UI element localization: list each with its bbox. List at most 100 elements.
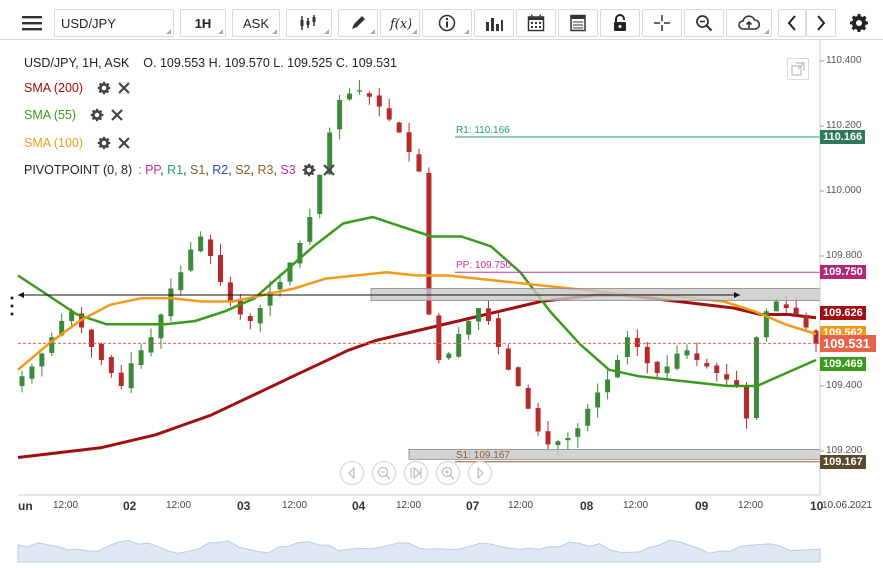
pivot-component: S1	[190, 163, 206, 177]
zoom-in-button[interactable]	[436, 461, 460, 485]
pivot-component: R3	[257, 163, 274, 177]
candle-body	[128, 363, 134, 389]
candle-body	[98, 343, 104, 360]
cloud-upload-icon[interactable]	[726, 9, 772, 37]
scroll-left-button[interactable]	[340, 461, 364, 485]
indicator-label: SMA (100)	[24, 136, 84, 150]
candle-body	[515, 367, 521, 386]
candle-body	[634, 337, 640, 347]
y-tick-label: 110.400	[826, 55, 862, 66]
reset-button[interactable]	[404, 461, 428, 485]
x-tick-label: 10.06.2021	[822, 500, 873, 511]
candle-body	[188, 249, 194, 271]
svg-text:f(x): f(x)	[389, 17, 411, 32]
prev-icon[interactable]	[778, 9, 806, 37]
candle-body	[39, 353, 45, 367]
next-icon[interactable]	[806, 9, 836, 37]
scroll-right-button[interactable]	[468, 461, 492, 485]
candle-body	[704, 363, 710, 367]
chevron-left-icon	[348, 467, 355, 479]
zoom-icon[interactable]	[684, 9, 724, 37]
y-tick-label: 109.400	[826, 380, 863, 391]
candle-body	[158, 314, 164, 339]
indicator-label: SMA (55)	[24, 108, 77, 122]
candle-body	[376, 95, 382, 107]
candle-body	[684, 350, 690, 356]
price-tag: 109.531	[820, 335, 876, 353]
candle-body	[307, 217, 313, 242]
close-icon[interactable]	[117, 81, 131, 95]
close-icon[interactable]	[110, 108, 124, 122]
candle-body	[356, 90, 362, 92]
candle-body	[208, 239, 214, 256]
price-tag: 109.167	[820, 454, 866, 469]
candle-body	[575, 428, 581, 437]
chevron-right-icon	[477, 467, 484, 479]
candle-body	[19, 376, 25, 386]
y-tick-label: 109.800	[826, 250, 863, 261]
candle-body	[366, 93, 372, 97]
candle-body	[724, 374, 730, 380]
chart-type-icon[interactable]	[286, 9, 332, 37]
indicator-legend-row: SMA (200)	[24, 81, 131, 95]
pivot-label-s1: S1: 109.167	[456, 449, 510, 461]
close-icon[interactable]	[117, 136, 131, 150]
gear-icon[interactable]	[97, 81, 111, 95]
candle-body	[168, 288, 174, 317]
settings-icon[interactable]	[842, 9, 876, 37]
timeframe-select[interactable]: 1H	[180, 9, 226, 37]
x-tick-label: un	[18, 499, 33, 513]
candle-body	[714, 365, 720, 373]
price-tag: 109.750	[820, 265, 866, 280]
candle-body	[148, 337, 154, 353]
candle-body	[396, 122, 402, 133]
pivot-components: : PP, R1, S1, R2, S2, R3, S3	[138, 163, 296, 177]
popout-icon[interactable]	[787, 58, 809, 80]
candle-body	[674, 353, 680, 369]
candle-body	[495, 318, 501, 347]
drag-handle[interactable]	[10, 295, 14, 317]
price-type-select[interactable]: ASK	[232, 9, 280, 37]
candle-body	[624, 337, 630, 357]
menu-icon[interactable]	[14, 9, 50, 37]
crosshair-icon[interactable]	[642, 9, 682, 37]
candle-body	[466, 321, 472, 335]
spreadsheet-icon[interactable]	[558, 9, 598, 37]
candle-body	[198, 236, 204, 252]
price-chart[interactable]	[0, 40, 883, 568]
candle-body	[227, 282, 233, 302]
candle-body	[416, 154, 422, 172]
pivot-component: : PP	[138, 163, 161, 177]
x-tick-label: 12:00	[508, 500, 534, 511]
lock-icon[interactable]	[600, 9, 640, 37]
candle-body	[744, 387, 750, 419]
candle-body	[694, 353, 700, 360]
candle-body	[317, 174, 323, 215]
gear-icon[interactable]	[302, 163, 316, 177]
candle-body	[218, 255, 223, 282]
volume-icon[interactable]	[474, 9, 514, 37]
pivot-component: R2	[212, 163, 229, 177]
pivot-component: ,	[183, 163, 191, 177]
candle-body	[654, 361, 660, 373]
info-icon[interactable]	[422, 9, 472, 37]
indicator-label: SMA (200)	[24, 81, 84, 95]
close-icon[interactable]	[322, 163, 336, 177]
x-tick-label: 12:00	[282, 500, 308, 511]
candle-body	[644, 346, 650, 364]
gear-icon[interactable]	[97, 136, 111, 150]
gear-icon[interactable]	[90, 108, 104, 122]
price-tag: 109.626	[820, 305, 866, 320]
candle-body	[615, 360, 620, 378]
price-tag: 109.469	[820, 356, 866, 371]
calendar-icon[interactable]	[516, 9, 556, 37]
function-icon[interactable]: f(x)	[380, 9, 420, 37]
symbol-select[interactable]: USD/JPY	[54, 9, 174, 37]
x-tick-label: 03	[237, 499, 251, 513]
candle-body	[237, 299, 243, 315]
zoom-out-button[interactable]	[372, 461, 396, 485]
draw-icon[interactable]	[338, 9, 378, 37]
x-tick-label: 12:00	[396, 500, 422, 511]
symbol-label: USD/JPY	[61, 15, 116, 31]
indicator-legend-row: SMA (55)	[24, 108, 124, 122]
